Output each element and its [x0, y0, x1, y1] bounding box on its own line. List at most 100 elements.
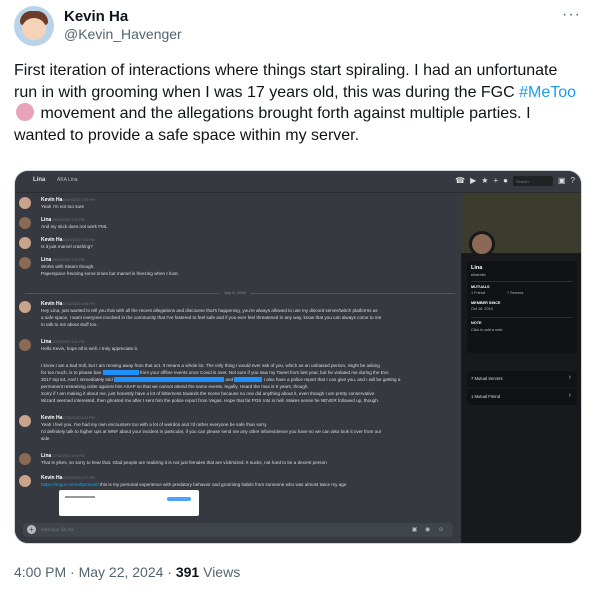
member-since-label: MEMBER SINCE	[471, 301, 501, 305]
profile-card: Lina elistrelle MUTUALS 1 Friend 7 Serve…	[467, 261, 577, 353]
timestamp: 07/02/2020 4:04 PM	[53, 454, 85, 458]
message-input[interactable]: + Message @Lina ▣ ◉ ☺	[23, 523, 453, 537]
username: Kevin Ha	[41, 415, 63, 421]
author-name[interactable]: Kevin Ha	[64, 8, 128, 25]
message-text: https://imgur.com/a/tpcSew0 this is my p…	[41, 482, 455, 489]
username: Lina	[41, 257, 52, 263]
avatar	[19, 453, 31, 465]
message-text: to talk to me about stuff too.	[41, 322, 98, 327]
mutual-servers: 7 Servers	[507, 291, 524, 295]
message-text: Hey Lina, just wanted to tell you that w…	[41, 308, 378, 313]
help-icon: ?	[570, 176, 575, 185]
message-text: 2017 top 64. And I immediately told and …	[41, 377, 455, 384]
text-part: this is my personal experience with pred…	[98, 482, 347, 487]
text-part: I also have a police report that I can g…	[263, 377, 401, 382]
message-text: Is it just marvel crashing?	[41, 244, 93, 249]
message-text: Hello Kevin, hope all is well. I truly a…	[41, 346, 139, 351]
tweet-time[interactable]: 4:00 PM · May 22, 2024 ·	[14, 564, 176, 580]
profile-sidebar: Lina elistrelle MUTUALS 1 Friend 7 Serve…	[461, 193, 581, 543]
aka-label: AKA Lina	[57, 177, 78, 183]
chevron-right-icon: ›	[568, 374, 571, 381]
embed-button	[167, 497, 191, 501]
avatar	[19, 301, 31, 313]
timestamp: 07/02/2020 4:01 PM	[53, 340, 85, 344]
video-icon: ▶	[470, 176, 477, 185]
avatar	[19, 217, 31, 229]
timestamp: 06/29/2020 7:20 PM	[63, 238, 95, 242]
divider-date: July 8, 2019	[220, 290, 250, 295]
text-part: for too much, is to please ban	[41, 370, 102, 375]
date-divider: July 8, 2019	[25, 290, 455, 295]
mutual-friend-row[interactable]: 1 Mutual Friend ›	[467, 389, 577, 405]
pin-icon: ★	[481, 176, 489, 185]
username: Lina	[41, 217, 52, 223]
tweet-meta: 4:00 PM · May 22, 2024 · 391 Views	[14, 564, 240, 580]
more-horizontal-icon[interactable]: ···	[562, 6, 581, 24]
profile-name: Lina	[471, 265, 483, 271]
message-text: Yeah I'm not too sure	[41, 204, 85, 209]
message-text: for too much, is to please ban from your…	[41, 370, 455, 377]
avatar	[469, 231, 495, 257]
inbox-icon: ▣	[557, 176, 566, 185]
text-part: and	[225, 377, 233, 382]
search-box: Search	[512, 176, 553, 186]
link-embed[interactable]	[59, 490, 199, 516]
chat-area: Kevin Ha 06/29/2020 7:09 PM Yeah I'm not…	[15, 193, 461, 543]
avatar	[19, 197, 31, 209]
chevron-right-icon: ›	[568, 392, 571, 399]
member-since: Oct 18, 2019	[471, 307, 493, 311]
imgur-link[interactable]: https://imgur.com/a/tpcSew0	[41, 482, 99, 487]
note-label: NOTE	[471, 321, 482, 325]
tweet-text-after: movement and the allegations brought for…	[14, 105, 531, 144]
redaction	[102, 370, 139, 375]
message-text: permanent restraining order against him …	[41, 384, 309, 389]
views-label: Views	[199, 564, 241, 580]
timestamp: 06/29/2020 7:20 PM	[53, 218, 85, 222]
mutual-friend: 1 Friend	[471, 291, 485, 295]
message-text: I'd definitely talk to higher ups at WNF…	[41, 429, 382, 434]
divider	[471, 281, 573, 282]
mutual-servers-row[interactable]: 7 Mutual Servers ›	[467, 371, 577, 387]
message-text: I know I am a bad troll, but I am moving…	[41, 363, 380, 368]
header-icons: ☎ ▶ ★ + ● Search ▣ ?	[455, 176, 575, 186]
username: Lina	[41, 339, 52, 345]
avatar	[19, 415, 31, 427]
redaction	[174, 377, 225, 382]
timestamp: 07/02/2020 4:07 PM	[63, 476, 95, 480]
username: Kevin Ha	[41, 475, 63, 481]
redaction	[114, 377, 175, 382]
mutuals-label: MUTUALS	[471, 285, 490, 289]
redaction	[234, 377, 263, 382]
message-text: That is yikes, so sorry to hear that. Gl…	[41, 460, 327, 465]
message-text: Sorry if I am making it about me, just h…	[41, 391, 376, 396]
avatar	[19, 237, 31, 249]
message-text: side	[41, 436, 50, 441]
tweet: Kevin Ha @Kevin_Havenger ··· First itera…	[0, 0, 596, 596]
avatar	[19, 257, 31, 269]
username: Kevin Ha	[41, 301, 63, 307]
message-text: Works with Steam though.	[41, 264, 95, 269]
message-text: Yeah I feel you. I've had my own encount…	[41, 422, 267, 427]
profile-icon: ●	[503, 176, 508, 185]
text-part: 2017 top 64. And I immediately told	[41, 377, 113, 382]
divider	[471, 317, 573, 318]
plus-icon[interactable]: +	[27, 525, 36, 534]
timestamp: 07/02/2020 3:46 PM	[63, 302, 95, 306]
hashtag-link[interactable]: #MeToo	[519, 84, 576, 101]
message-text: Wizard seemed interested, then ghosted m…	[41, 398, 380, 403]
timestamp: 06/29/2020 7:20 PM	[53, 258, 85, 262]
input-icons: ▣ ◉ ☺	[411, 527, 447, 533]
avatar	[19, 339, 31, 351]
tweet-text-before: First iteration of interactions where th…	[14, 62, 558, 101]
message-text: And my stick does not work FML	[41, 224, 108, 229]
discord-screenshot[interactable]: Lina AKA Lina ☎ ▶ ★ + ● Search ▣ ? Kevin…	[14, 170, 582, 544]
author-handle[interactable]: @Kevin_Havenger	[64, 26, 182, 42]
text-part: from your offline events once Covid is o…	[139, 370, 389, 375]
profile-tag: elistrelle	[471, 272, 486, 277]
embed-line	[65, 496, 95, 498]
row-label: 1 Mutual Friend	[471, 394, 501, 399]
timestamp: 07/02/2020 4:02 PM	[63, 416, 95, 420]
emoji-icon	[16, 103, 34, 121]
avatar[interactable]	[14, 6, 54, 46]
note-placeholder[interactable]: Click to add a note	[471, 328, 502, 332]
